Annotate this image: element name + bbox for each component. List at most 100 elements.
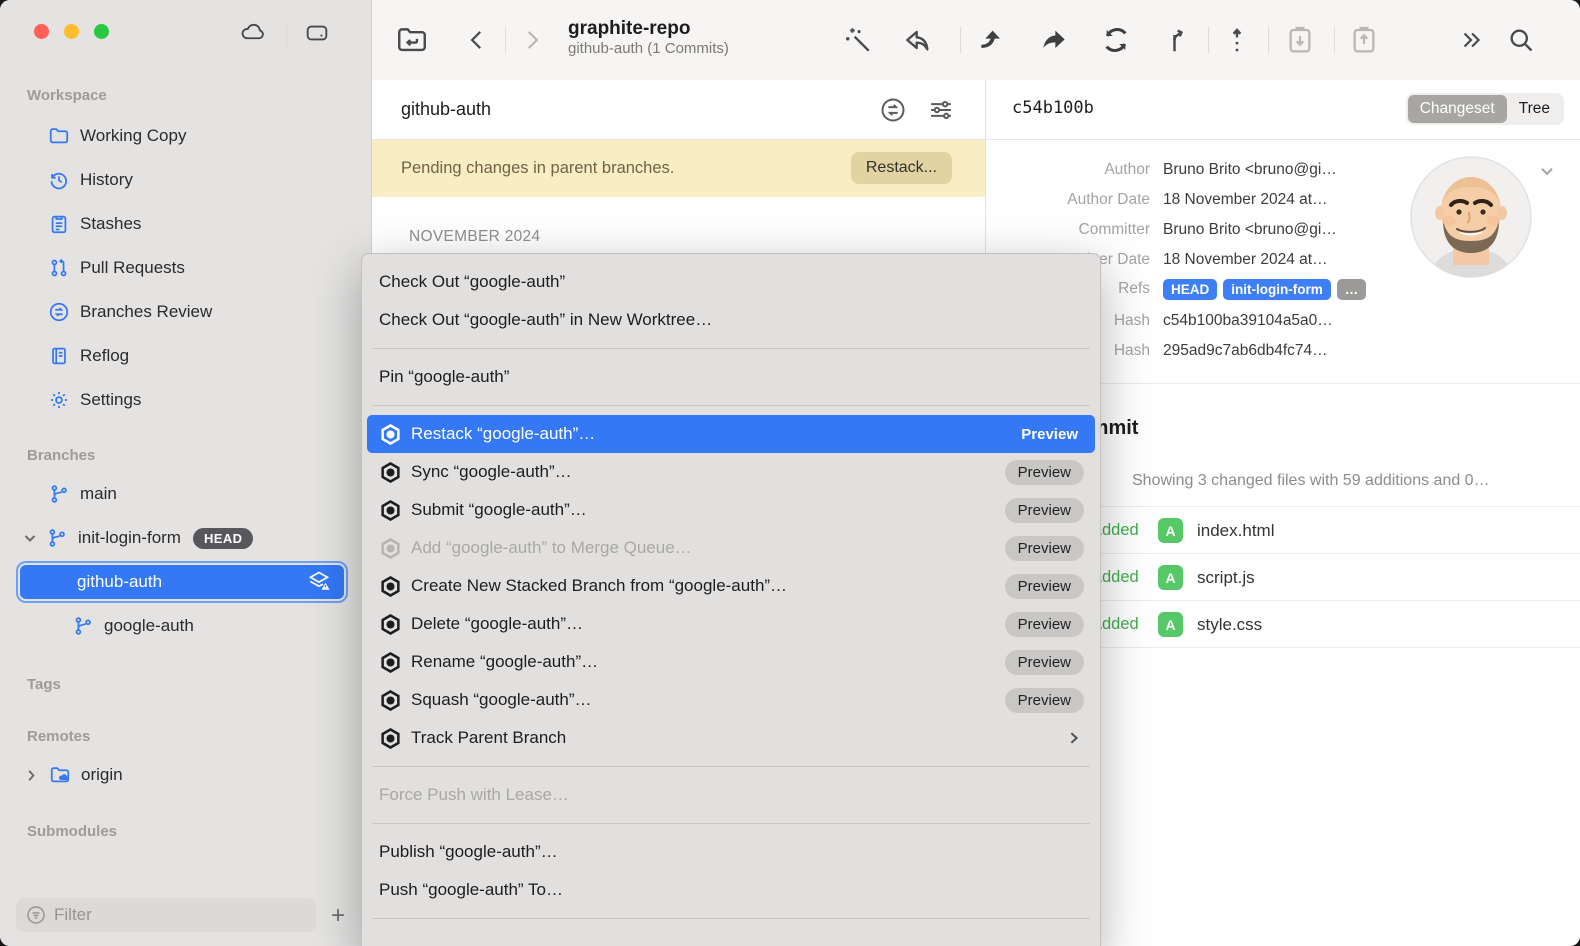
zoom-button[interactable] — [94, 24, 109, 39]
stashes-icon — [48, 213, 70, 235]
menu-item-add-merge-queue[interactable]: Add “google-auth” to Merge Queue… Previe… — [367, 529, 1095, 567]
workspace-folder-icon[interactable] — [394, 23, 430, 57]
restack-button[interactable]: Restack... — [851, 152, 952, 184]
toolbar-divider — [1208, 27, 1209, 53]
repo-title: graphite-repo — [568, 18, 729, 40]
cloud-folder-icon — [49, 764, 71, 786]
compare-icon[interactable] — [879, 96, 907, 124]
graphite-icon — [379, 613, 402, 636]
app-window: Workspace Working Copy History Stashes P… — [0, 0, 1580, 946]
chevron-down-icon[interactable] — [22, 530, 38, 546]
sidebar-item-settings[interactable]: Settings — [0, 382, 419, 418]
sidebar-item-label: History — [80, 170, 133, 190]
added-badge: A — [1158, 565, 1183, 590]
sidebar-item-history[interactable]: History — [0, 162, 419, 198]
cloud-icon[interactable] — [238, 19, 268, 47]
pending-changes-banner: Pending changes in parent branches. Rest… — [372, 140, 985, 197]
tags-section-label: Tags — [27, 676, 61, 693]
filter-options-icon[interactable] — [927, 96, 955, 124]
branches-review-icon — [48, 301, 70, 323]
folder-icon — [48, 125, 70, 147]
preview-badge: Preview — [1005, 574, 1084, 599]
stack-warning-icon — [306, 569, 332, 595]
filter-input[interactable]: Filter — [16, 898, 316, 932]
branch-name: init-login-form — [78, 528, 181, 548]
branch-name: main — [80, 484, 117, 504]
sync-icon[interactable] — [1100, 24, 1132, 56]
search-icon[interactable] — [1507, 25, 1535, 55]
minimize-button[interactable] — [64, 24, 79, 39]
sidebar-item-stashes[interactable]: Stashes — [0, 206, 419, 242]
sidebar-branch-github-auth[interactable]: github-auth — [16, 561, 348, 603]
refs-more-button[interactable]: … — [1337, 279, 1367, 300]
sidebar-remote-origin[interactable]: origin — [0, 757, 395, 793]
graphite-icon — [379, 537, 402, 560]
menu-item-delete[interactable]: Delete “google-auth”… Preview — [367, 605, 1095, 643]
sidebar-item-pull-requests[interactable]: Pull Requests — [0, 250, 419, 286]
overflow-icon[interactable] — [1457, 27, 1485, 53]
stash-save-icon[interactable] — [1284, 23, 1316, 57]
sidebar-item-label: Branches Review — [80, 302, 212, 322]
sidebar-item-branches-review[interactable]: Branches Review — [0, 294, 419, 330]
committer-value: Bruno Brito <bruno@gi… — [1163, 221, 1337, 239]
added-badge: A — [1158, 612, 1183, 637]
menu-item-publish[interactable]: Publish “google-auth”… — [367, 833, 1095, 871]
sidebar-item-working-copy[interactable]: Working Copy — [0, 118, 419, 154]
preview-badge: Preview — [1005, 460, 1084, 485]
remotes-section-label: Remotes — [27, 728, 90, 745]
committer-label: Committer — [986, 221, 1150, 239]
sidebar-branch-init-login-form[interactable]: init-login-form HEAD — [0, 520, 393, 556]
menu-item-checkout[interactable]: Check Out “google-auth” — [367, 263, 1095, 301]
menu-item-squash[interactable]: Squash “google-auth”… Preview — [367, 681, 1095, 719]
committer-date-value: 18 November 2024 at… — [1163, 251, 1328, 269]
workspace-section-label: Workspace — [27, 87, 107, 104]
menu-item-label: Restack “google-auth”… — [411, 424, 595, 444]
ref-badge-head[interactable]: HEAD — [1163, 279, 1217, 300]
menu-separator — [372, 823, 1090, 824]
collapse-chevron-icon[interactable] — [1538, 162, 1556, 180]
add-button[interactable]: + — [331, 902, 345, 930]
menu-item-label: Pin “google-auth” — [379, 367, 509, 387]
changeset-tab[interactable]: Changeset — [1408, 95, 1507, 123]
filter-placeholder: Filter — [54, 905, 92, 925]
branch-panel-header: github-auth — [372, 80, 985, 140]
tree-tab[interactable]: Tree — [1507, 95, 1562, 123]
branch-panel-title: github-auth — [401, 99, 491, 120]
drive-icon[interactable] — [302, 19, 332, 47]
hash-value: c54b100ba39104a5a0… — [1163, 312, 1333, 330]
close-button[interactable] — [34, 24, 49, 39]
menu-item-restack[interactable]: Restack “google-auth”… Preview — [367, 415, 1095, 453]
chevron-right-icon[interactable] — [24, 768, 39, 783]
menu-item-push-to[interactable]: Push “google-auth” To… — [367, 871, 1095, 909]
graphite-icon — [379, 651, 402, 674]
menu-item-sync[interactable]: Sync “google-auth”… Preview — [367, 453, 1095, 491]
head-badge: HEAD — [193, 528, 253, 549]
commit-icon[interactable] — [1222, 24, 1252, 56]
menu-item-pin[interactable]: Pin “google-auth” — [367, 358, 1095, 396]
menu-item-checkout-worktree[interactable]: Check Out “google-auth” in New Worktree… — [367, 301, 1095, 339]
push-icon[interactable] — [1038, 24, 1070, 56]
branch-tool-icon[interactable] — [1162, 24, 1192, 56]
wand-icon[interactable] — [842, 24, 874, 56]
menu-item-track-parent-branch[interactable]: Track Parent Branch — [367, 719, 1095, 757]
preview-badge: Preview — [1005, 536, 1084, 561]
author-label: Author — [986, 161, 1150, 179]
forward-icon[interactable] — [519, 25, 545, 55]
ref-badge-branch[interactable]: init-login-form — [1223, 279, 1330, 300]
menu-separator — [372, 405, 1090, 406]
pull-icon[interactable] — [976, 24, 1008, 56]
sidebar-item-reflog[interactable]: Reflog — [0, 338, 419, 374]
menu-item-label: Squash “google-auth”… — [411, 690, 592, 710]
back-icon[interactable] — [464, 25, 490, 55]
graphite-icon — [379, 689, 402, 712]
share-arrow-icon[interactable] — [902, 24, 934, 56]
menu-item-submit[interactable]: Submit “google-auth”… Preview — [367, 491, 1095, 529]
stash-apply-icon[interactable] — [1348, 23, 1380, 57]
banner-message: Pending changes in parent branches. — [401, 159, 674, 178]
toolbar-divider — [505, 27, 506, 53]
sidebar-branch-main[interactable]: main — [0, 476, 419, 512]
menu-item-rename[interactable]: Rename “google-auth”… Preview — [367, 643, 1095, 681]
menu-item-create-stacked-branch[interactable]: Create New Stacked Branch from “google-a… — [367, 567, 1095, 605]
menu-item-force-push-lease[interactable]: Force Push with Lease… — [367, 776, 1095, 814]
menu-item-label: Delete “google-auth”… — [411, 614, 583, 634]
